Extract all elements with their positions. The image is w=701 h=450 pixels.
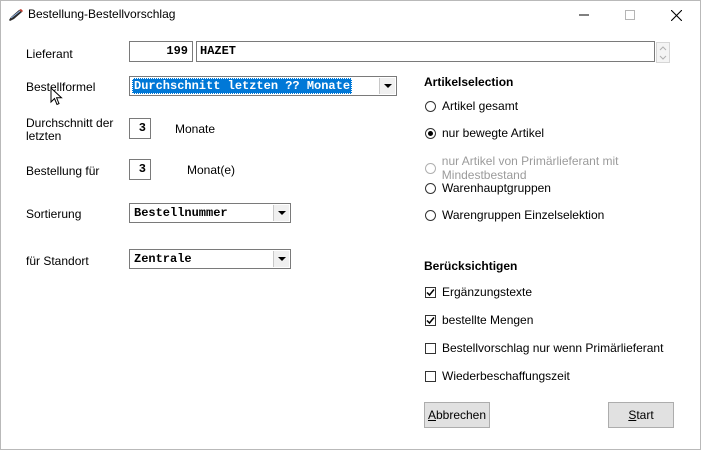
dropdown-arrow[interactable] bbox=[273, 205, 289, 221]
checkbox-wiederbeschaffungszeit[interactable]: Wiederbeschaffungszeit bbox=[425, 369, 570, 383]
maximize-icon bbox=[625, 10, 635, 20]
lieferant-name-scrollbar[interactable] bbox=[656, 42, 670, 63]
radio-circle-selected[interactable] bbox=[425, 127, 436, 139]
radio-circle[interactable] bbox=[425, 182, 436, 194]
bestellung-fuer-unit: Monat(e) bbox=[187, 163, 236, 177]
checkbox-label: bestellte Mengen bbox=[442, 313, 534, 327]
checkbox-nur-primaerlieferant[interactable]: Bestellvorschlag nur wenn Primärlieferan… bbox=[425, 341, 663, 355]
sortierung-dropdown[interactable]: Bestellnummer bbox=[129, 203, 291, 223]
radio-circle[interactable] bbox=[425, 100, 436, 112]
radio-label: nur bewegte Artikel bbox=[442, 126, 545, 140]
checkbox-bestellte-mengen[interactable]: bestellte Mengen bbox=[425, 313, 533, 327]
title-bar[interactable]: Bestellung-Bestellvorschlag bbox=[1, 1, 700, 29]
radio-label: nur Artikel von Primärlieferant mit Mind… bbox=[441, 154, 619, 182]
checkbox-label: Ergänzungstexte bbox=[442, 285, 533, 299]
beruecksichtigen-heading: Berücksichtigen bbox=[424, 259, 518, 273]
sortierung-label: Sortierung bbox=[26, 207, 82, 221]
mouse-cursor-icon bbox=[50, 87, 63, 106]
maximize-button[interactable] bbox=[607, 1, 653, 29]
radio-primaerlieferant-mindestbestand: nur Artikel von Primärlieferant mit Mind… bbox=[425, 154, 700, 182]
standort-selected-value: Zentrale bbox=[134, 252, 192, 266]
checkbox-box[interactable] bbox=[425, 342, 436, 354]
chevron-down-icon bbox=[277, 256, 286, 261]
checkmark-icon bbox=[426, 316, 435, 324]
checkbox-ergaenzungstexte[interactable]: Ergänzungstexte bbox=[425, 285, 532, 299]
chevron-down-icon bbox=[383, 83, 392, 88]
checkbox-box[interactable] bbox=[425, 370, 436, 382]
standort-dropdown[interactable]: Zentrale bbox=[129, 249, 291, 269]
checkbox-box-checked[interactable] bbox=[425, 286, 436, 298]
radio-warengruppen-einzelselektion[interactable]: Warengruppen Einzelselektion bbox=[425, 208, 604, 222]
radio-warenhauptgruppen[interactable]: Warenhauptgruppen bbox=[425, 181, 551, 195]
dropdown-arrow[interactable] bbox=[273, 251, 289, 267]
durchschnitt-label-line2: letzten bbox=[26, 129, 62, 143]
radio-artikel-gesamt[interactable]: Artikel gesamt bbox=[425, 99, 518, 113]
bestellformel-selected-value: Durchschnitt letzten ?? Monate bbox=[132, 78, 353, 94]
chevron-down-icon bbox=[277, 210, 286, 215]
artikelselection-heading: Artikelselection bbox=[424, 75, 514, 89]
dropdown-arrow[interactable] bbox=[379, 78, 395, 94]
scroll-down-icon bbox=[659, 55, 667, 60]
scroll-up-icon bbox=[659, 46, 667, 51]
standort-label: für Standort bbox=[26, 254, 89, 268]
dialog-window: Bestellung-Bestellvorschlag Lieferant 19… bbox=[0, 0, 701, 450]
radio-label: Warenhauptgruppen bbox=[442, 181, 551, 195]
pencil-app-icon bbox=[9, 9, 23, 21]
durchschnitt-unit: Monate bbox=[175, 122, 216, 136]
close-button[interactable] bbox=[653, 1, 699, 29]
bestellung-fuer-label: Bestellung für bbox=[26, 164, 100, 178]
abbrechen-button[interactable]: Abbrechen bbox=[424, 402, 490, 428]
bestellung-fuer-months-field[interactable]: 3 bbox=[129, 159, 151, 180]
minimize-icon bbox=[579, 14, 589, 16]
start-button[interactable]: Start bbox=[608, 402, 674, 428]
checkbox-box-checked[interactable] bbox=[425, 314, 436, 326]
radio-nur-bewegte-artikel[interactable]: nur bewegte Artikel bbox=[425, 126, 544, 140]
lieferant-number-field[interactable]: 199 bbox=[129, 41, 193, 62]
radio-circle[interactable] bbox=[425, 209, 436, 221]
durchschnitt-label-line1: Durchschnitt der bbox=[26, 116, 114, 130]
window-title: Bestellung-Bestellvorschlag bbox=[28, 7, 176, 21]
lieferant-name-field[interactable]: HAZET bbox=[196, 41, 655, 62]
radio-label: Warengruppen Einzelselektion bbox=[442, 208, 605, 222]
minimize-button[interactable] bbox=[561, 1, 607, 29]
radio-label: Artikel gesamt bbox=[442, 99, 519, 113]
checkbox-label: Wiederbeschaffungszeit bbox=[442, 369, 570, 383]
close-icon bbox=[670, 9, 682, 21]
checkmark-icon bbox=[426, 288, 435, 296]
checkbox-label: Bestellvorschlag nur wenn Primärlieferan… bbox=[442, 341, 664, 355]
radio-circle-disabled bbox=[425, 162, 436, 174]
bestellformel-dropdown[interactable]: Durchschnitt letzten ?? Monate bbox=[129, 76, 397, 96]
sortierung-selected-value: Bestellnummer bbox=[134, 206, 228, 220]
lieferant-label: Lieferant bbox=[26, 47, 73, 61]
durchschnitt-months-field[interactable]: 3 bbox=[129, 118, 151, 139]
